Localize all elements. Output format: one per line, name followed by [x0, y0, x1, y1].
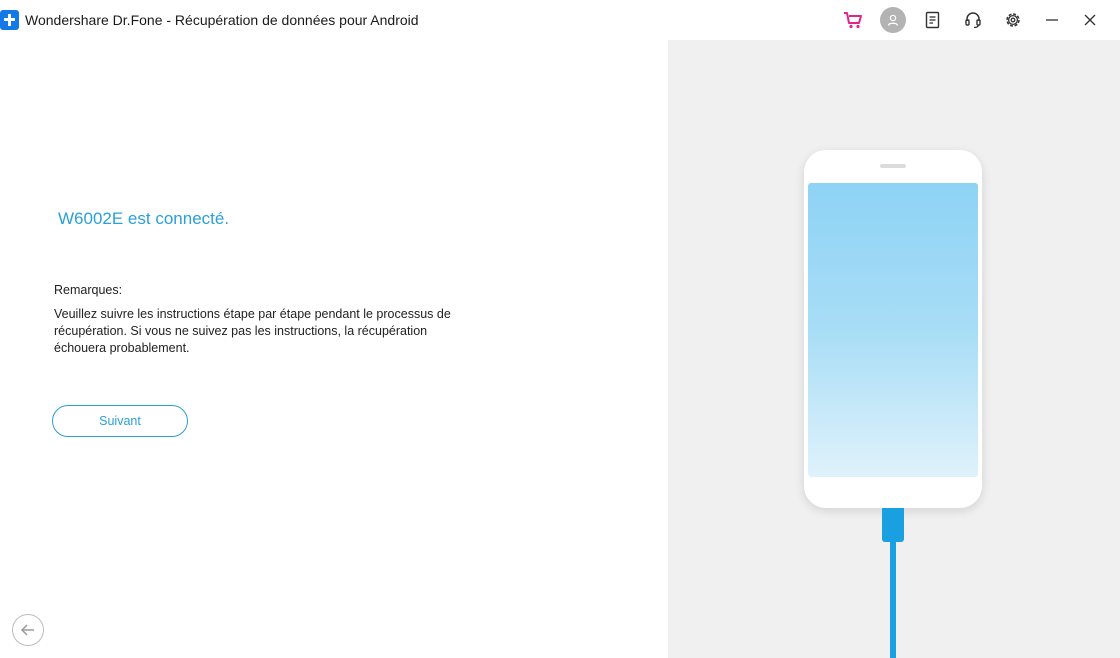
next-button[interactable]: Suivant — [52, 405, 188, 437]
device-illustration-panel — [668, 40, 1120, 658]
phone-illustration — [804, 150, 982, 508]
usb-cable-wire — [890, 540, 896, 658]
phone-speaker — [880, 164, 906, 168]
close-icon[interactable] — [1078, 8, 1102, 32]
notes-label: Remarques: — [54, 283, 123, 297]
cart-icon[interactable] — [841, 8, 865, 32]
arrow-left-icon — [20, 624, 34, 636]
app-logo-icon — [0, 10, 19, 30]
notes-text: Veuillez suivre les instructions étape p… — [54, 307, 451, 355]
back-button[interactable] — [12, 614, 44, 646]
window-title: Wondershare Dr.Fone - Récupération de do… — [25, 12, 419, 28]
headset-support-icon[interactable] — [961, 8, 985, 32]
content-panel: W6002E est connecté. Remarques: Veuillez… — [0, 40, 668, 658]
phone-screen — [808, 183, 978, 477]
notes-icon[interactable] — [921, 8, 945, 32]
title-bar: Wondershare Dr.Fone - Récupération de do… — [0, 0, 1120, 40]
usb-cable-plug — [882, 508, 904, 542]
user-avatar-icon[interactable] — [880, 7, 906, 33]
minimize-icon[interactable] — [1040, 8, 1064, 32]
device-connected-message: W6002E est connecté. — [58, 209, 230, 228]
gear-icon[interactable] — [1001, 8, 1025, 32]
